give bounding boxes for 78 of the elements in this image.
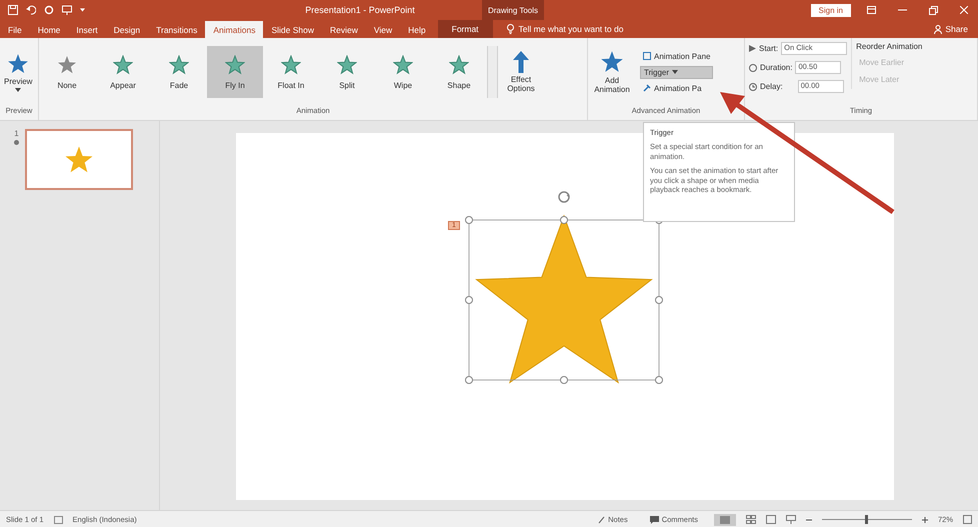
brush-icon (643, 84, 651, 92)
animation-pane-button[interactable]: Animation Pane (640, 50, 714, 62)
pane-icon (643, 52, 651, 60)
ribbon-tab[interactable]: Review (322, 21, 366, 38)
slideshow-icon[interactable] (62, 5, 72, 15)
star-icon (169, 54, 189, 74)
animation-option[interactable]: Wipe (375, 46, 431, 98)
ribbon-tab[interactable]: Design (106, 21, 148, 38)
animation-option[interactable]: Split (319, 46, 375, 98)
tell-me-field[interactable]: Tell me what you want to do (518, 24, 624, 34)
ribbon-tab[interactable]: File (0, 21, 30, 38)
window-title: Presentation1 - PowerPoint (304, 5, 416, 15)
reorder-label: Reorder Animation (856, 42, 922, 51)
start-label: Start: (759, 44, 778, 53)
context-label: Drawing Tools (482, 0, 544, 20)
animation-option[interactable]: Appear (95, 46, 151, 98)
fit-slide-icon[interactable] (963, 515, 972, 524)
slide-sorter-icon[interactable] (746, 515, 756, 524)
clock-icon (749, 64, 757, 72)
ribbon-tab[interactable]: Slide Show (263, 21, 322, 38)
slideshow-icon[interactable] (786, 515, 796, 524)
ribbon-tab[interactable]: Home (30, 21, 68, 38)
ribbon-tab[interactable]: Help (400, 21, 434, 38)
ribbon-tab[interactable]: Transitions (148, 21, 206, 38)
gallery-scrollbar[interactable] (487, 46, 498, 98)
star-icon (7, 52, 30, 74)
lightbulb-icon (506, 24, 514, 34)
animation-option[interactable]: Fly In (207, 46, 263, 98)
zoom-thumb[interactable] (865, 515, 868, 524)
notes-icon (598, 516, 606, 524)
animation-option[interactable]: Shape (431, 46, 487, 98)
person-icon (934, 24, 942, 34)
star-icon (57, 54, 77, 74)
slide-thumbnail[interactable] (25, 129, 133, 190)
caret-icon (15, 88, 22, 92)
arrow-up-icon (513, 51, 529, 73)
ribbon-tab[interactable]: Animations (205, 21, 264, 38)
star-icon (449, 54, 469, 74)
ribbon-tab[interactable]: Insert (68, 21, 106, 38)
star-icon (600, 50, 624, 74)
restore-icon[interactable] (929, 6, 938, 14)
add-animation-button[interactable]: Add Animation (588, 48, 636, 96)
zoom-in-icon[interactable] (922, 516, 928, 522)
spelling-icon[interactable] (54, 516, 63, 524)
start-icon (749, 45, 756, 52)
ribbon-tab[interactable]: View (366, 21, 400, 38)
star-icon (113, 54, 133, 74)
star-icon (281, 54, 301, 74)
slide-number: 1 (14, 129, 19, 138)
undo-icon[interactable] (26, 5, 36, 15)
effect-options-button[interactable]: Effect Options (498, 49, 544, 95)
normal-view-icon[interactable] (714, 514, 736, 526)
trigger-button[interactable]: Trigger (640, 66, 714, 78)
ribbon-options-icon[interactable] (867, 6, 876, 14)
clock-icon (749, 82, 757, 90)
star-icon (225, 54, 245, 74)
ribbon-tab[interactable]: Format (438, 20, 493, 38)
caret-icon (672, 70, 678, 74)
customize-icon[interactable] (80, 8, 85, 12)
animation-option[interactable]: Fade (151, 46, 207, 98)
save-icon[interactable] (8, 5, 18, 15)
animation-painter-button[interactable]: Animation Pa (640, 82, 714, 94)
duration-label: Duration: (760, 63, 792, 72)
close-icon[interactable] (960, 6, 968, 14)
star-icon (337, 54, 357, 74)
animation-marker-icon (14, 140, 19, 145)
animation-option[interactable]: None (39, 46, 95, 98)
comment-icon (650, 516, 659, 524)
rotate-handle-icon[interactable] (558, 191, 570, 203)
star-icon (393, 54, 413, 74)
preview-button[interactable]: Preview (0, 50, 36, 94)
share-button[interactable]: Share (945, 24, 968, 34)
minimize-icon[interactable] (898, 9, 907, 11)
reading-view-icon[interactable] (766, 515, 776, 524)
star-icon (64, 144, 94, 174)
delay-label: Delay: (760, 82, 783, 91)
sign-in-button[interactable]: Sign in (810, 4, 851, 16)
animation-option[interactable]: Float In (263, 46, 319, 98)
